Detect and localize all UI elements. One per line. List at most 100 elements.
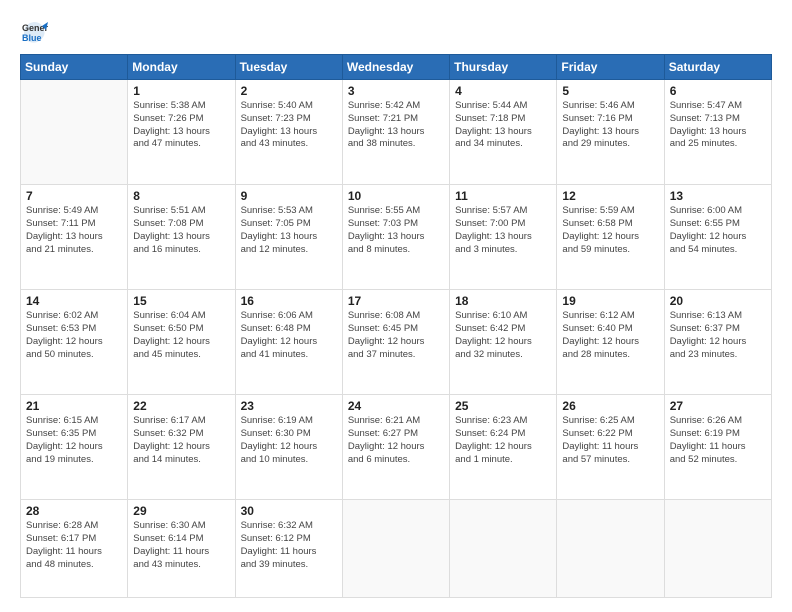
day-number: 4 (455, 84, 551, 98)
calendar-cell (664, 500, 771, 598)
calendar-cell: 6Sunrise: 5:47 AM Sunset: 7:13 PM Daylig… (664, 80, 771, 185)
calendar-cell: 19Sunrise: 6:12 AM Sunset: 6:40 PM Dayli… (557, 290, 664, 395)
calendar-cell: 27 Sunrise: 6:26 AM Sunset: 6:19 PM Dayli… (664, 395, 771, 500)
week-row-3: 14 Sunrise: 6:02 AM Sunset: 6:53 PM Dayli… (21, 290, 772, 395)
calendar-cell: 7 Sunrise: 5:49 AM Sunset: 7:11 PM Daylig… (21, 185, 128, 290)
calendar-cell: 20 Sunrise: 6:13 AM Sunset: 6:37 PM Dayli… (664, 290, 771, 395)
day-number: 5 (562, 84, 658, 98)
calendar-cell: 30 Sunrise: 6:32 AM Sunset: 6:12 PM Dayli… (235, 500, 342, 598)
calendar-cell (557, 500, 664, 598)
day-number: 9 (241, 189, 337, 203)
day-number: 6 (670, 84, 766, 98)
day-info: Sunrise: 6:32 AM Sunset: 6:12 PM Dayligh… (241, 520, 337, 571)
calendar-cell: 9 Sunrise: 5:53 AM Sunset: 7:05 PM Daylig… (235, 185, 342, 290)
day-info: Sunrise: 5:57 AM Sunset: 7:00 PM Dayligh… (455, 205, 551, 256)
day-info: Sunrise: 6:23 AM Sunset: 6:24 PM Dayligh… (455, 415, 551, 466)
day-number: 16 (241, 294, 337, 308)
day-info: Sunrise: 5:59 AM Sunset: 6:58 PM Dayligh… (562, 205, 658, 256)
day-number: 30 (241, 504, 337, 518)
weekday-header-thursday: Thursday (450, 55, 557, 80)
day-info: Sunrise: 6:21 AM Sunset: 6:27 PM Dayligh… (348, 415, 444, 466)
calendar-cell: 28 Sunrise: 6:28 AM Sunset: 6:17 PM Dayli… (21, 500, 128, 598)
calendar-cell: 1 Sunrise: 5:38 AM Sunset: 7:26 PM Daylig… (128, 80, 235, 185)
day-number: 26 (562, 399, 658, 413)
calendar-cell: 2 Sunrise: 5:40 AM Sunset: 7:23 PM Daylig… (235, 80, 342, 185)
day-info: Sunrise: 6:28 AM Sunset: 6:17 PM Dayligh… (26, 520, 122, 571)
logo: General Blue (20, 18, 52, 46)
day-info: Sunrise: 6:08 AM Sunset: 6:45 PM Dayligh… (348, 310, 444, 361)
calendar-cell: 11 Sunrise: 5:57 AM Sunset: 7:00 PM Dayli… (450, 185, 557, 290)
day-number: 10 (348, 189, 444, 203)
day-number: 15 (133, 294, 229, 308)
calendar-cell: 3Sunrise: 5:42 AM Sunset: 7:21 PM Daylig… (342, 80, 449, 185)
calendar-cell: 8Sunrise: 5:51 AM Sunset: 7:08 PM Daylig… (128, 185, 235, 290)
day-info: Sunrise: 5:53 AM Sunset: 7:05 PM Dayligh… (241, 205, 337, 256)
day-number: 23 (241, 399, 337, 413)
calendar-cell: 4 Sunrise: 5:44 AM Sunset: 7:18 PM Daylig… (450, 80, 557, 185)
calendar-cell: 5 Sunrise: 5:46 AM Sunset: 7:16 PM Daylig… (557, 80, 664, 185)
day-number: 21 (26, 399, 122, 413)
week-row-1: 1 Sunrise: 5:38 AM Sunset: 7:26 PM Daylig… (21, 80, 772, 185)
calendar-cell: 26 Sunrise: 6:25 AM Sunset: 6:22 PM Dayli… (557, 395, 664, 500)
calendar-cell: 23Sunrise: 6:19 AM Sunset: 6:30 PM Dayli… (235, 395, 342, 500)
day-number: 2 (241, 84, 337, 98)
day-number: 18 (455, 294, 551, 308)
calendar-cell: 12 Sunrise: 5:59 AM Sunset: 6:58 PM Dayli… (557, 185, 664, 290)
day-info: Sunrise: 6:17 AM Sunset: 6:32 PM Dayligh… (133, 415, 229, 466)
day-number: 11 (455, 189, 551, 203)
weekday-header-monday: Monday (128, 55, 235, 80)
day-info: Sunrise: 6:13 AM Sunset: 6:37 PM Dayligh… (670, 310, 766, 361)
week-row-5: 28 Sunrise: 6:28 AM Sunset: 6:17 PM Dayli… (21, 500, 772, 598)
calendar-cell: 24 Sunrise: 6:21 AM Sunset: 6:27 PM Dayli… (342, 395, 449, 500)
day-number: 12 (562, 189, 658, 203)
day-info: Sunrise: 5:55 AM Sunset: 7:03 PM Dayligh… (348, 205, 444, 256)
day-number: 28 (26, 504, 122, 518)
logo-icon: General Blue (20, 18, 48, 46)
calendar-cell (342, 500, 449, 598)
day-number: 24 (348, 399, 444, 413)
calendar-cell: 15Sunrise: 6:04 AM Sunset: 6:50 PM Dayli… (128, 290, 235, 395)
day-number: 22 (133, 399, 229, 413)
day-info: Sunrise: 6:30 AM Sunset: 6:14 PM Dayligh… (133, 520, 229, 571)
calendar-cell: 29Sunrise: 6:30 AM Sunset: 6:14 PM Dayli… (128, 500, 235, 598)
calendar-cell (450, 500, 557, 598)
day-info: Sunrise: 6:06 AM Sunset: 6:48 PM Dayligh… (241, 310, 337, 361)
day-info: Sunrise: 5:51 AM Sunset: 7:08 PM Dayligh… (133, 205, 229, 256)
calendar-cell: 25 Sunrise: 6:23 AM Sunset: 6:24 PM Dayli… (450, 395, 557, 500)
header: General Blue (20, 18, 772, 46)
day-info: Sunrise: 6:10 AM Sunset: 6:42 PM Dayligh… (455, 310, 551, 361)
weekday-header-friday: Friday (557, 55, 664, 80)
calendar-cell: 17 Sunrise: 6:08 AM Sunset: 6:45 PM Dayli… (342, 290, 449, 395)
day-info: Sunrise: 6:25 AM Sunset: 6:22 PM Dayligh… (562, 415, 658, 466)
day-number: 14 (26, 294, 122, 308)
day-number: 17 (348, 294, 444, 308)
day-info: Sunrise: 5:38 AM Sunset: 7:26 PM Dayligh… (133, 100, 229, 151)
calendar-cell: 16 Sunrise: 6:06 AM Sunset: 6:48 PM Dayli… (235, 290, 342, 395)
day-info: Sunrise: 6:26 AM Sunset: 6:19 PM Dayligh… (670, 415, 766, 466)
calendar-cell (21, 80, 128, 185)
calendar-cell: 21 Sunrise: 6:15 AM Sunset: 6:35 PM Dayli… (21, 395, 128, 500)
day-info: Sunrise: 5:40 AM Sunset: 7:23 PM Dayligh… (241, 100, 337, 151)
day-number: 1 (133, 84, 229, 98)
week-row-2: 7 Sunrise: 5:49 AM Sunset: 7:11 PM Daylig… (21, 185, 772, 290)
day-number: 13 (670, 189, 766, 203)
day-info: Sunrise: 6:02 AM Sunset: 6:53 PM Dayligh… (26, 310, 122, 361)
day-info: Sunrise: 6:15 AM Sunset: 6:35 PM Dayligh… (26, 415, 122, 466)
day-info: Sunrise: 5:49 AM Sunset: 7:11 PM Dayligh… (26, 205, 122, 256)
calendar-table: SundayMondayTuesdayWednesdayThursdayFrid… (20, 54, 772, 598)
day-number: 20 (670, 294, 766, 308)
day-info: Sunrise: 5:44 AM Sunset: 7:18 PM Dayligh… (455, 100, 551, 151)
calendar-cell: 22 Sunrise: 6:17 AM Sunset: 6:32 PM Dayli… (128, 395, 235, 500)
day-number: 27 (670, 399, 766, 413)
day-number: 7 (26, 189, 122, 203)
weekday-header-row: SundayMondayTuesdayWednesdayThursdayFrid… (21, 55, 772, 80)
weekday-header-tuesday: Tuesday (235, 55, 342, 80)
day-number: 25 (455, 399, 551, 413)
day-info: Sunrise: 5:42 AM Sunset: 7:21 PM Dayligh… (348, 100, 444, 151)
calendar-cell: 13 Sunrise: 6:00 AM Sunset: 6:55 PM Dayli… (664, 185, 771, 290)
day-info: Sunrise: 6:00 AM Sunset: 6:55 PM Dayligh… (670, 205, 766, 256)
day-number: 19 (562, 294, 658, 308)
day-info: Sunrise: 5:46 AM Sunset: 7:16 PM Dayligh… (562, 100, 658, 151)
calendar-cell: 14 Sunrise: 6:02 AM Sunset: 6:53 PM Dayli… (21, 290, 128, 395)
calendar-cell: 10 Sunrise: 5:55 AM Sunset: 7:03 PM Dayli… (342, 185, 449, 290)
